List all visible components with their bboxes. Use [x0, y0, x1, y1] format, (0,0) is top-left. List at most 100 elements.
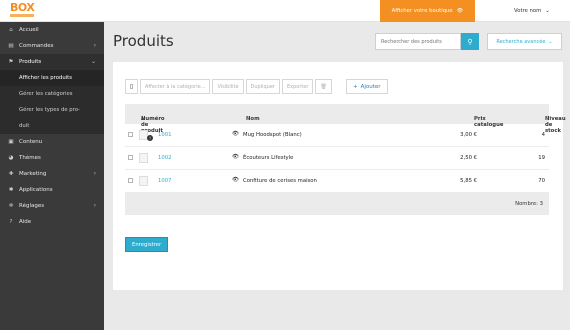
row-count: Nombre: 3 [515, 201, 543, 207]
sidebar-item-accueil[interactable]: ⌂ Accueil [0, 22, 104, 38]
visible-eye-icon[interactable]: 👁 [232, 131, 239, 137]
duplicate-button[interactable]: Dupliquer [245, 79, 280, 94]
sidebar-item-produits[interactable]: ⚑ Produits ⌄ [0, 54, 104, 70]
assign-category-button[interactable]: Affecter à la catégorie... [140, 79, 211, 94]
product-id-link[interactable]: 1002 [158, 155, 171, 161]
sort-icon: ⇕ [545, 116, 549, 121]
user-menu[interactable]: Votre nom ⌄ [514, 0, 550, 22]
submenu-item-manage-product-types-cont[interactable]: duit [0, 118, 104, 134]
submenu-item-show-products[interactable]: Afficher les produits [0, 70, 104, 86]
sort-icon: ⇕ [474, 116, 478, 121]
export-button[interactable]: Exporter [281, 79, 314, 94]
sidebar-item-commandes[interactable]: ▤ Commandes › [0, 38, 104, 54]
product-name: Confiture de cerises maison [243, 178, 317, 184]
sidebar-item-reglages[interactable]: ✲ Réglages › [0, 198, 104, 214]
add-product-label: Ajouter [360, 83, 381, 90]
applications-icon: ✱ [8, 187, 14, 193]
products-icon: ⚑ [8, 59, 14, 65]
sidebar-item-contenu[interactable]: ▣ Contenu [0, 134, 104, 150]
product-stock: 70 [538, 178, 545, 184]
submenu-item-manage-categories[interactable]: Gérer les catégories [0, 86, 104, 102]
products-submenu: Afficher les produits Gérer les catégori… [0, 70, 104, 134]
sidebar-item-themes[interactable]: ◕ Thèmes [0, 150, 104, 166]
marketing-icon: ✚ [8, 171, 14, 177]
product-price: 3,00 € [460, 132, 477, 138]
product-id-link[interactable]: 1007 [158, 178, 171, 184]
sidebar: ⌂ Accueil ▤ Commandes › ⚑ Produits ⌄ Aff… [0, 22, 104, 330]
sidebar-item-label: Marketing [19, 171, 47, 177]
table-header: Numéro de produit ▴ Nom ⇕ Prix catalogue… [125, 104, 566, 134]
search-icon: ⚲ [467, 37, 473, 46]
sidebar-item-marketing[interactable]: ✚ Marketing › [0, 166, 104, 182]
product-thumbnail [139, 176, 148, 186]
top-bar: BOX Afficher votre boutique 👁 Votre nom … [0, 0, 570, 22]
sidebar-item-label: Thèmes [19, 155, 41, 161]
search-input[interactable] [375, 33, 461, 50]
sidebar-item-label: Applications [19, 187, 53, 193]
submenu-item-manage-product-types[interactable]: Gérer les types de pro- [0, 102, 104, 118]
logo-text: BOX [10, 1, 35, 14]
table-footer: Nombre: 3 [125, 193, 549, 215]
view-shop-button[interactable]: Afficher votre boutique 👁 [380, 0, 475, 22]
content-icon: ▣ [8, 139, 14, 145]
products-table: Numéro de produit ▴ Nom ⇕ Prix catalogue… [125, 104, 566, 215]
visibility-button[interactable]: Visibilité [212, 79, 244, 94]
sort-asc-icon: ▴ [141, 116, 144, 122]
save-button[interactable]: Enregistrer [125, 237, 169, 252]
chevron-down-icon: ⌄ [548, 38, 553, 45]
trash-icon: 🗑 [320, 83, 327, 90]
checkbox-box [130, 84, 133, 89]
chevron-down-icon: ⌄ [90, 58, 96, 65]
themes-icon: ◕ [8, 155, 14, 161]
visible-eye-icon[interactable]: 👁 [232, 177, 239, 183]
product-name: Écouteurs Lifestyle [243, 155, 294, 161]
chevron-right-icon: › [93, 202, 96, 209]
advanced-search-label: Recherche avancée [496, 38, 546, 45]
product-stock: 19 [538, 155, 545, 161]
table-row[interactable]: ! 1001 👁 Mug Hoodspot (Blanc) 3,00 € 4 [125, 124, 549, 147]
sidebar-item-aide[interactable]: ? Aide [0, 214, 104, 230]
product-thumbnail [139, 153, 148, 163]
eye-icon: 👁 [456, 8, 464, 14]
help-icon: ? [9, 219, 13, 225]
visible-eye-icon[interactable]: 👁 [232, 154, 239, 160]
sidebar-item-label: Aide [19, 219, 32, 225]
product-stock: 4 [541, 132, 545, 138]
sidebar-item-label: Contenu [19, 139, 43, 145]
select-all-checkbox[interactable] [125, 79, 138, 94]
advanced-search-button[interactable]: Recherche avancée ⌄ [487, 33, 562, 50]
sidebar-item-label: Commandes [19, 43, 54, 49]
chevron-down-icon: ⌄ [545, 8, 550, 14]
sidebar-item-applications[interactable]: ✱ Applications [0, 182, 104, 198]
sidebar-item-label: Accueil [19, 27, 39, 33]
product-price: 2,50 € [460, 155, 477, 161]
delete-button[interactable]: 🗑 [315, 79, 332, 94]
product-id-link[interactable]: 1001 [158, 132, 171, 138]
orders-icon: ▤ [8, 43, 14, 49]
logo[interactable]: BOX [10, 2, 38, 18]
alert-icon: ! [147, 135, 153, 141]
add-product-button[interactable]: + Ajouter [346, 79, 388, 94]
sidebar-item-label: Produits [19, 59, 42, 65]
product-price: 5,85 € [460, 178, 477, 184]
view-shop-label: Afficher votre boutique [391, 8, 453, 14]
sort-icon: ⇕ [246, 116, 250, 121]
search-button[interactable]: ⚲ [461, 33, 479, 50]
product-name: Mug Hoodspot (Blanc) [243, 132, 302, 138]
row-checkbox[interactable] [128, 178, 133, 183]
chevron-right-icon: › [93, 170, 96, 177]
settings-icon: ✲ [8, 203, 14, 209]
plus-icon: + [353, 83, 358, 90]
row-checkbox[interactable] [128, 132, 133, 137]
home-icon: ⌂ [9, 27, 13, 33]
page-title: Produits [113, 32, 174, 50]
product-search: ⚲ [375, 33, 479, 50]
bulk-actions-toolbar: Affecter à la catégorie... Visibilité Du… [125, 79, 332, 94]
chevron-right-icon: › [93, 42, 96, 49]
table-row[interactable]: 1002 👁 Écouteurs Lifestyle 2,50 € 19 [125, 147, 549, 170]
products-panel: Affecter à la catégorie... Visibilité Du… [113, 62, 566, 290]
row-checkbox[interactable] [128, 155, 133, 160]
logo-underline [10, 14, 34, 17]
table-row[interactable]: 1007 👁 Confiture de cerises maison 5,85 … [125, 170, 549, 193]
sidebar-item-label: Réglages [19, 203, 45, 209]
